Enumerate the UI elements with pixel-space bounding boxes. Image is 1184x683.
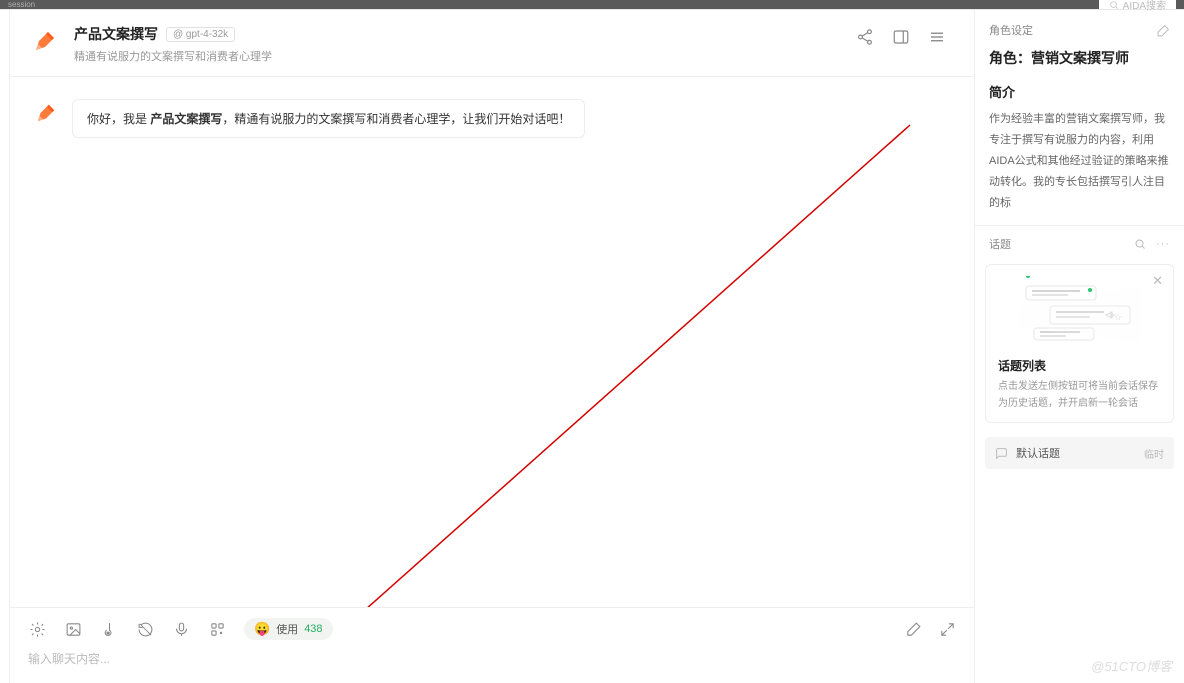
close-icon[interactable]: ✕ [1152, 273, 1163, 289]
topics-label: 话题 [989, 236, 1011, 252]
eraser-icon[interactable] [904, 620, 922, 638]
page-subtitle: 精通有说服力的文案撰写和消费者心理学 [74, 48, 842, 64]
token-count: 438 [304, 623, 322, 635]
apps-icon[interactable] [208, 620, 226, 638]
session-id-fragment: session [8, 0, 35, 9]
more-topics-icon[interactable]: ··· [1156, 238, 1170, 250]
default-topic-tag: 临时 [1144, 446, 1164, 461]
role-title: 角色：营销文案撰写师 [989, 48, 1170, 68]
search-topics-icon[interactable] [1134, 238, 1146, 250]
expand-icon[interactable] [938, 620, 956, 638]
topic-card-desc: 点击发送左侧按钮可将当前会话保存为历史话题，并开启新一轮会话 [986, 378, 1173, 412]
greeting-bubble: 你好，我是 产品文案撰写，精通有说服力的文案撰写和消费者心理学，让我们开始对话吧… [72, 99, 585, 138]
thermometer-icon[interactable] [100, 620, 118, 638]
panel-toggle-icon[interactable] [892, 28, 910, 46]
mic-icon[interactable] [172, 620, 190, 638]
role-section-label: 角色设定 [989, 22, 1033, 38]
history-icon[interactable] [136, 620, 154, 638]
left-rail [0, 10, 10, 683]
topic-card-title: 话题列表 [986, 351, 1173, 378]
intro-body: 作为经验丰富的营销文案撰写师，我专注于撰写有说服力的内容，利用AIDA公式和其他… [989, 109, 1170, 213]
model-tag[interactable]: @ gpt-4-32k [166, 27, 235, 42]
share-icon[interactable] [856, 28, 874, 46]
chat-icon [995, 447, 1008, 460]
intro-heading: 简介 [989, 82, 1170, 101]
assistant-message: 你好，我是 产品文案撰写，精通有说服力的文案撰写和消费者心理学，让我们开始对话吧… [32, 99, 952, 138]
topic-illustration: ☆ [986, 271, 1173, 351]
annotation-arrow [310, 105, 930, 607]
topic-list-card: ✕ ☆ [985, 264, 1174, 423]
default-topic-name: 默认话题 [1016, 445, 1060, 461]
token-usage-badge[interactable]: 😛 使用 438 [244, 618, 333, 640]
page-title: 产品文案撰写 [74, 24, 158, 44]
image-icon[interactable] [64, 620, 82, 638]
edit-icon[interactable] [1157, 24, 1170, 37]
menu-icon[interactable] [928, 28, 946, 46]
default-topic-item[interactable]: 默认话题 临时 [985, 437, 1174, 469]
pencil-icon [32, 99, 60, 127]
smiley-icon: 😛 [254, 621, 270, 637]
token-label: 使用 [276, 621, 298, 637]
assistant-avatar [30, 26, 60, 56]
chat-input[interactable]: 输入聊天内容... [10, 640, 974, 683]
settings-icon[interactable] [28, 620, 46, 638]
